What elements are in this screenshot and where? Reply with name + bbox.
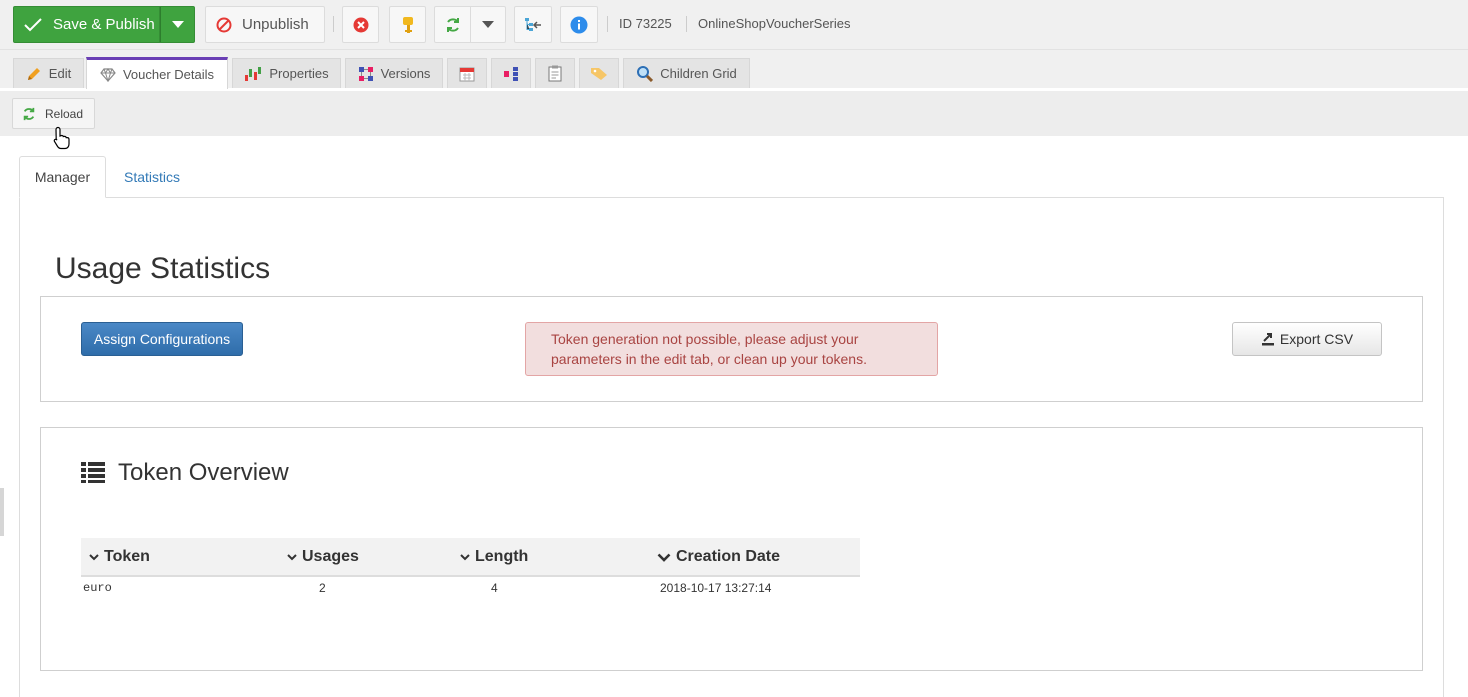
column-header-creation-date[interactable]: Creation Date (657, 548, 780, 566)
tab-versions[interactable]: Versions (345, 58, 443, 88)
tag-icon (591, 67, 607, 80)
show-in-tree-button[interactable] (514, 6, 552, 43)
column-header-label: Creation Date (676, 548, 781, 565)
calendar-icon (459, 67, 475, 81)
tab-properties-label: Properties (269, 66, 329, 81)
toolbar-separator (686, 16, 687, 32)
refresh-icon (23, 107, 35, 120)
export-csv-label: Export CSV (1279, 331, 1354, 347)
versions-icon (358, 66, 373, 81)
cell-usages: 2 (319, 581, 326, 595)
tab-dependencies[interactable] (491, 58, 531, 88)
inner-tab-divider (105, 197, 1444, 198)
tab-statistics[interactable]: Statistics (124, 169, 180, 185)
properties-icon (245, 66, 262, 81)
tab-voucher-details-label: Voucher Details (122, 67, 215, 82)
tab-edit[interactable]: Edit (13, 58, 84, 88)
unpublish-button[interactable]: Unpublish (205, 6, 325, 43)
tab-manager[interactable]: Manager (19, 156, 106, 198)
chevron-down-icon (89, 553, 99, 560)
export-icon (1261, 333, 1274, 346)
tab-properties[interactable]: Properties (232, 58, 341, 88)
chevron-down-icon (657, 553, 671, 562)
save-options-dropdown-button[interactable] (160, 6, 195, 43)
export-csv-button[interactable]: Export CSV (1232, 322, 1382, 356)
toolbar-separator (607, 16, 608, 32)
reload-label: Reload (45, 106, 84, 121)
object-id: ID 73225 (619, 16, 672, 31)
column-header-label: Length (475, 548, 529, 565)
tab-schedule[interactable] (447, 58, 487, 88)
diamond-icon (100, 67, 116, 82)
refresh-icon (446, 17, 459, 32)
delete-circle-icon (353, 17, 368, 32)
checkmark-icon (24, 17, 42, 31)
rename-icon (402, 16, 413, 33)
column-header-label: Usages (302, 548, 359, 565)
chevron-down-icon (460, 553, 470, 560)
column-header-token[interactable]: Token (89, 548, 150, 566)
unpublish-label: Unpublish (242, 16, 309, 33)
caret-down-icon (171, 21, 184, 28)
prohibited-icon (216, 17, 232, 32)
cell-creation-date: 2018-10-17 13:27:14 (660, 581, 772, 595)
object-key: OnlineShopVoucherSeries (698, 16, 851, 31)
tab-children-grid-label: Children Grid (660, 66, 737, 81)
cell-token: euro (83, 581, 112, 595)
search-icon (637, 66, 654, 82)
rename-button[interactable] (389, 6, 426, 43)
token-generation-alert: Token generation not possible, please ad… (525, 322, 938, 376)
clipboard-icon (548, 65, 562, 82)
collapsed-panel-handle[interactable] (0, 488, 4, 536)
caret-down-icon (482, 21, 494, 28)
column-header-label: Token (104, 548, 150, 565)
tab-tags[interactable] (579, 58, 619, 88)
reload-button[interactable]: Reload (12, 98, 95, 129)
dependencies-icon (504, 66, 518, 81)
sub-toolbar (0, 91, 1468, 136)
chevron-down-icon (287, 553, 297, 560)
tab-edit-label: Edit (48, 66, 72, 81)
save-publish-label: Save & Publish (53, 16, 155, 33)
save-publish-button[interactable]: Save & Publish (13, 6, 160, 43)
toolbar-separator (333, 16, 334, 32)
tab-voucher-details[interactable]: Voucher Details (86, 57, 228, 89)
info-icon (570, 16, 588, 33)
info-button[interactable] (560, 6, 598, 43)
assign-configurations-button[interactable]: Assign Configurations (81, 322, 243, 356)
cell-length: 4 (491, 581, 498, 595)
reload-toolbar-button[interactable] (434, 6, 471, 43)
token-overview-heading: Token Overview (118, 459, 289, 486)
tree-locate-icon (525, 17, 541, 31)
tab-children-grid[interactable]: Children Grid (623, 58, 750, 88)
tab-versions-label: Versions (380, 66, 431, 81)
pencil-icon (27, 67, 40, 80)
list-icon (81, 462, 105, 483)
delete-button[interactable] (342, 6, 379, 43)
column-header-length[interactable]: Length (460, 548, 528, 566)
hand-cursor-icon (53, 126, 70, 150)
tab-notes[interactable] (535, 58, 575, 88)
column-header-usages[interactable]: Usages (287, 548, 359, 566)
usage-statistics-heading: Usage Statistics (55, 252, 271, 285)
reload-options-dropdown-button[interactable] (470, 6, 506, 43)
